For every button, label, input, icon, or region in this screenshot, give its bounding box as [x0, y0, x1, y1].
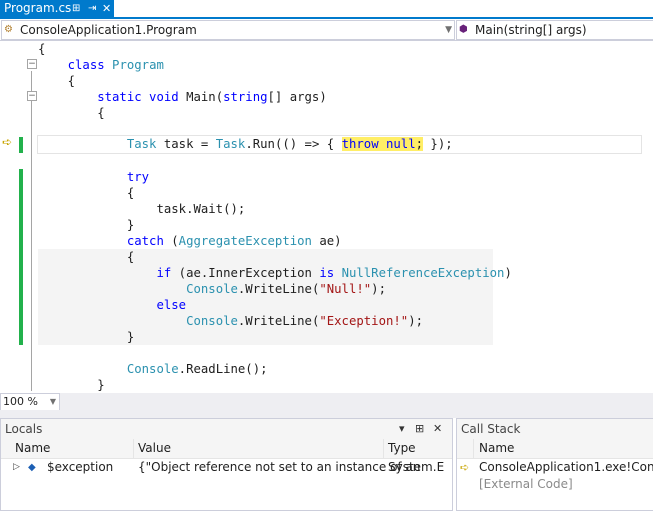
- column-divider[interactable]: [383, 439, 384, 458]
- expand-icon[interactable]: ▷: [13, 459, 20, 476]
- code-editor[interactable]: − − ➪ { class Program { static void Main…: [0, 41, 653, 393]
- code-line: if (ae.InnerException is NullReferenceEx…: [38, 266, 512, 280]
- method-icon: ⬢: [459, 24, 468, 35]
- column-header-type[interactable]: Type: [388, 439, 416, 458]
- column-divider[interactable]: [133, 439, 134, 458]
- code-line: static void Main(string[] args): [38, 90, 327, 104]
- local-name: $exception: [47, 460, 114, 474]
- class-dropdown[interactable]: ⚙ ConsoleApplication1.Program ▼: [1, 20, 455, 40]
- local-value: {"Object reference not set to an instanc…: [138, 460, 421, 474]
- class-dropdown-value: ConsoleApplication1.Program: [20, 23, 197, 37]
- locals-column-headers: Name Value Type: [1, 439, 452, 459]
- code-line: Console.WriteLine("Exception!");: [186, 314, 423, 328]
- call-stack-row[interactable]: [External Code]: [457, 476, 653, 493]
- locals-title-bar: Locals ▾ ⊞ ✕: [1, 419, 452, 439]
- code-line: }: [38, 330, 135, 344]
- code-line-current: Task task = Task.Run(() => { throw null;…: [126, 137, 453, 151]
- chevron-down-icon[interactable]: ▼: [445, 21, 452, 39]
- code-line: }: [38, 218, 135, 232]
- code-line: else: [38, 298, 187, 312]
- member-dropdown[interactable]: ⬢ Main(string[] args): [456, 20, 653, 40]
- dropdown-icon[interactable]: ▾: [399, 419, 405, 439]
- next-statement-arrow-icon: ➪: [2, 135, 13, 149]
- code-line: catch (AggregateException ae): [38, 234, 342, 248]
- locals-window: Locals ▾ ⊞ ✕ Name Value Type ▷ ◆ $except…: [0, 418, 453, 511]
- outline-line: [31, 71, 32, 391]
- zoom-value: 100 %: [3, 395, 38, 408]
- member-dropdown-value: Main(string[] args): [475, 23, 587, 37]
- code-line: {: [38, 42, 46, 56]
- call-stack-window: Call Stack Name ➪ ConsoleApplication1.ex…: [456, 418, 653, 511]
- code-line: class Program: [38, 58, 164, 72]
- local-type: System.E: [388, 460, 445, 474]
- call-stack-column-headers: Name: [457, 439, 653, 459]
- pin-icon[interactable]: ⊞: [72, 0, 80, 17]
- document-tab-program-cs[interactable]: Program.cs ⊞ ⇥ ✕: [0, 0, 114, 17]
- collapse-class-icon[interactable]: −: [27, 59, 37, 69]
- navigation-bar: ⚙ ConsoleApplication1.Program ▼ ⬢ Main(s…: [0, 19, 653, 41]
- locals-title: Locals: [5, 422, 43, 436]
- class-icon: ⚙: [4, 24, 13, 35]
- chevron-down-icon[interactable]: ▼: [50, 394, 56, 410]
- code-line: task.Wait();: [38, 202, 246, 216]
- close-icon[interactable]: ✕: [102, 0, 111, 17]
- editor-status-bar: 100 % ▼: [0, 393, 653, 411]
- code-line: {: [38, 74, 76, 88]
- breakpoint-margin[interactable]: [0, 41, 17, 393]
- column-header-name[interactable]: Name: [15, 439, 50, 458]
- call-stack-title-bar: Call Stack: [457, 419, 653, 439]
- column-header-name[interactable]: Name: [479, 439, 514, 458]
- panel-splitter[interactable]: [0, 410, 653, 418]
- call-stack-title: Call Stack: [461, 422, 521, 436]
- tab-title: Program.cs: [4, 1, 72, 15]
- collapse-method-icon[interactable]: −: [27, 91, 37, 101]
- code-line: Console.ReadLine();: [126, 362, 268, 376]
- locals-row[interactable]: ▷ ◆ $exception {"Object reference not se…: [1, 459, 452, 476]
- call-stack-row[interactable]: ➪ ConsoleApplication1.exe!ConsoleA: [457, 459, 653, 476]
- code-line: Console.WriteLine("Null!");: [186, 282, 386, 296]
- code-line: try: [38, 170, 150, 184]
- column-header-value[interactable]: Value: [138, 439, 171, 458]
- current-frame-arrow-icon: ➪: [460, 461, 470, 474]
- code-line: }: [38, 378, 105, 392]
- keep-open-icon[interactable]: ⇥: [88, 0, 96, 17]
- frame-name: [External Code]: [479, 477, 573, 491]
- variable-icon: ◆: [28, 462, 36, 473]
- code-line: {: [38, 186, 135, 200]
- zoom-dropdown[interactable]: 100 % ▼: [0, 393, 60, 411]
- pin-icon[interactable]: ⊞: [415, 419, 424, 439]
- column-divider[interactable]: [473, 439, 474, 458]
- document-tab-strip: Program.cs ⊞ ⇥ ✕: [0, 0, 653, 17]
- code-line: {: [38, 250, 135, 264]
- frame-name: ConsoleApplication1.exe!ConsoleA: [479, 460, 653, 474]
- close-icon[interactable]: ✕: [433, 419, 442, 439]
- code-line: {: [38, 106, 105, 120]
- change-indicator: [19, 169, 23, 345]
- change-indicator: [19, 137, 23, 153]
